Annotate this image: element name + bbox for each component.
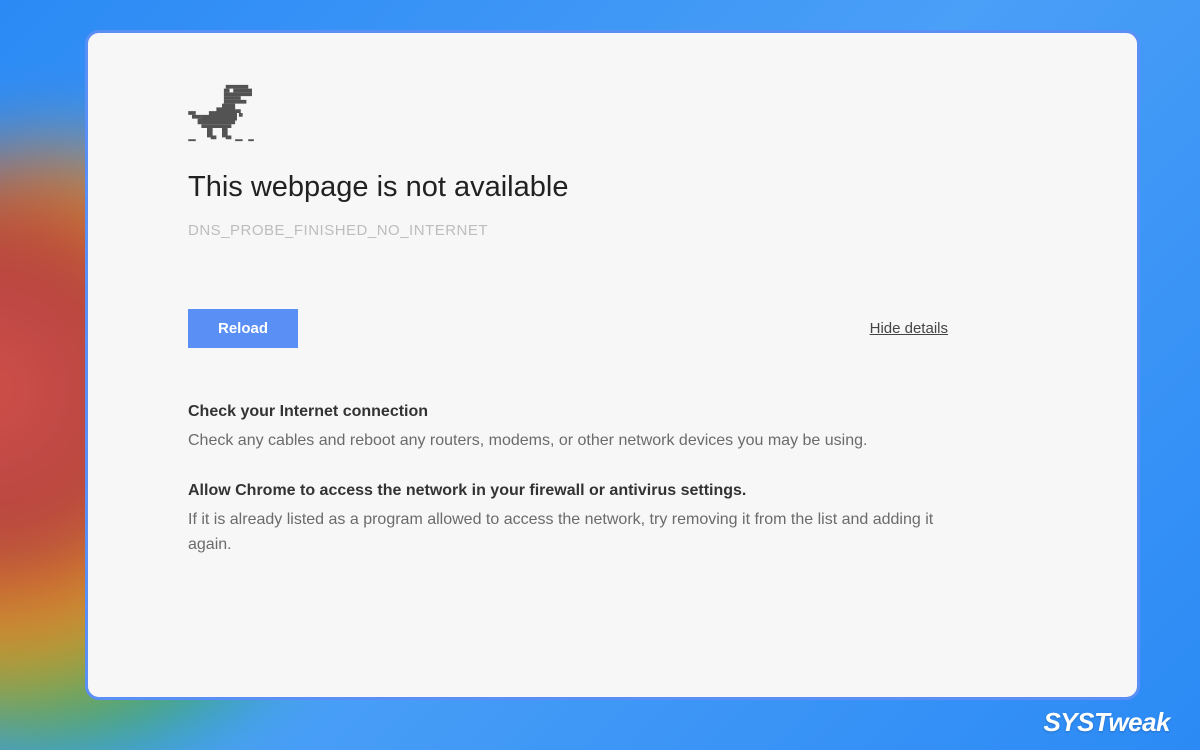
reload-button[interactable]: Reload bbox=[188, 309, 298, 348]
dinosaur-icon bbox=[188, 83, 256, 143]
detail-body: Check any cables and reboot any routers,… bbox=[188, 429, 948, 454]
hide-details-link[interactable]: Hide details bbox=[870, 320, 948, 337]
error-panel: This webpage is not available DNS_PROBE_… bbox=[85, 30, 1140, 700]
detail-heading: Allow Chrome to access the network in yo… bbox=[188, 482, 948, 500]
error-title: This webpage is not available bbox=[188, 171, 1037, 204]
detail-heading: Check your Internet connection bbox=[188, 403, 948, 421]
details-section: Check your Internet connection Check any… bbox=[188, 403, 948, 557]
watermark: SYSTweak bbox=[1043, 707, 1170, 738]
detail-body: If it is already listed as a program all… bbox=[188, 508, 948, 558]
error-code: DNS_PROBE_FINISHED_NO_INTERNET bbox=[188, 222, 1037, 239]
action-row: Reload Hide details bbox=[188, 309, 948, 348]
